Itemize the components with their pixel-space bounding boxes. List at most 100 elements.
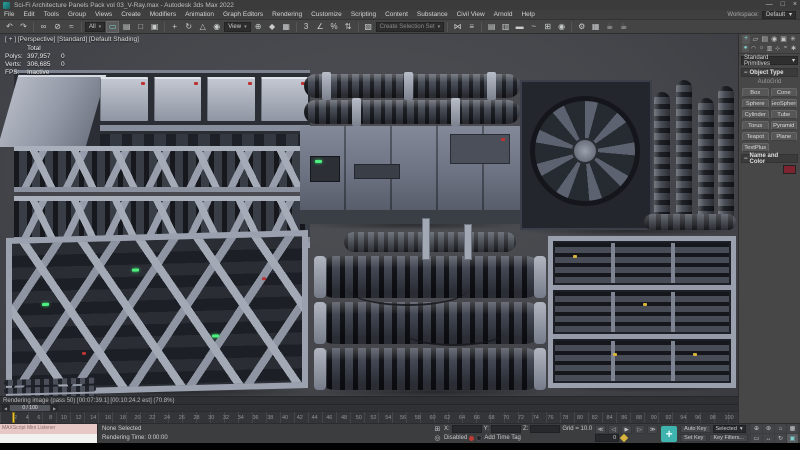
zoom-icon[interactable]: ⊕ (751, 424, 762, 433)
name-color-rollout-header[interactable]: − Name and Color (741, 154, 798, 163)
category-lights-icon[interactable]: ☼ (758, 45, 765, 52)
object-type-tube[interactable]: Tube (771, 110, 798, 119)
render-iterative-icon[interactable]: ☕ (617, 21, 630, 33)
edit-named-selection-sets-icon[interactable]: ▧ (362, 21, 375, 33)
select-and-link-icon[interactable]: ∞ (37, 21, 50, 33)
maxscript-mini-listener[interactable]: MAXScript Mini Listener (0, 424, 98, 443)
autogrid-checkbox[interactable]: AutoGrid (739, 77, 800, 87)
select-object-icon[interactable]: ▭ (106, 21, 119, 33)
object-type-textplus[interactable]: TextPlus (742, 143, 769, 152)
category-space-warps-icon[interactable]: ≈ (782, 45, 789, 52)
menu-create[interactable]: Create (121, 11, 141, 18)
time-slider[interactable]: ◀ 0 / 100 ▶ (0, 404, 738, 411)
angle-snap-icon[interactable]: ∠ (314, 21, 327, 33)
toggle-ribbon-icon[interactable]: ▬ (513, 21, 526, 33)
panel-tab-motion[interactable]: ◉ (770, 35, 778, 44)
object-type-rollout-header[interactable]: − Object Type (741, 68, 798, 77)
menu-views[interactable]: Views (95, 11, 112, 18)
previous-frame-icon[interactable]: ◁ (608, 425, 619, 434)
rectangular-selection-region-icon[interactable]: □ (134, 21, 147, 33)
bind-to-space-warp-icon[interactable]: ≈ (65, 21, 78, 33)
x-coordinate-field[interactable] (452, 425, 482, 433)
keyboard-shortcut-override-icon[interactable]: ▦ (280, 21, 293, 33)
curve-editor-icon[interactable]: ~ (527, 21, 540, 33)
object-type-cone[interactable]: Cone (771, 88, 798, 97)
menu-scripting[interactable]: Scripting (351, 11, 376, 18)
menu-file[interactable]: File (4, 11, 14, 18)
zoom-extents-all-icon[interactable]: ▦ (787, 424, 798, 433)
zoom-region-icon[interactable]: ▭ (751, 434, 762, 443)
menu-substance[interactable]: Substance (417, 11, 448, 18)
percent-snap-icon[interactable]: % (328, 21, 341, 33)
minimize-button[interactable]: — (766, 0, 773, 10)
workspace-dropdown[interactable]: Default ▾ (762, 11, 796, 19)
spinner-snap-icon[interactable]: ⇅ (342, 21, 355, 33)
zoom-all-icon[interactable]: ⊛ (763, 424, 774, 433)
orbit-icon[interactable]: ↻ (775, 434, 786, 443)
menu-animation[interactable]: Animation (185, 11, 214, 18)
material-editor-icon[interactable]: ◉ (555, 21, 568, 33)
menu-civil-view[interactable]: Civil View (457, 11, 485, 18)
time-slider-marker[interactable] (12, 412, 15, 423)
macro-recorder-line[interactable]: MAXScript Mini Listener (0, 424, 97, 434)
named-selection-sets-dropdown[interactable]: Create Selection Set▾ (376, 22, 445, 32)
object-type-pyramid[interactable]: Pyramid (771, 121, 798, 130)
render-production-icon[interactable]: ☕ (603, 21, 616, 33)
object-type-teapot[interactable]: Teapot (742, 132, 769, 141)
go-to-end-icon[interactable]: ≫ (647, 425, 658, 434)
menu-group[interactable]: Group (68, 11, 86, 18)
go-to-start-icon[interactable]: ≪ (595, 425, 606, 434)
object-type-torus[interactable]: Torus (742, 121, 769, 130)
selection-filter-dropdown[interactable]: All▾ (85, 22, 105, 32)
key-filters-button[interactable]: Key Filters... (709, 434, 748, 442)
toggle-layer-explorer-icon[interactable]: ▥ (499, 21, 512, 33)
add-time-tag-button[interactable]: Add Time Tag (484, 435, 521, 441)
primitives-dropdown[interactable]: Standard Primitives ▾ (741, 56, 798, 65)
redo-icon[interactable]: ↷ (17, 21, 30, 33)
select-and-rotate-icon[interactable]: ↻ (182, 21, 195, 33)
transform-type-in-icon[interactable]: ⊞ (433, 425, 442, 433)
select-and-place-icon[interactable]: ◉ (210, 21, 223, 33)
rendered-frame-window-icon[interactable]: ▦ (589, 21, 602, 33)
category-systems-icon[interactable]: ✱ (790, 45, 797, 52)
perspective-viewport[interactable]: [ + ] [Perspective] [Standard] [Default … (0, 34, 738, 396)
z-coordinate-field[interactable] (530, 425, 560, 433)
toggle-scene-explorer-icon[interactable]: ▤ (485, 21, 498, 33)
zoom-extents-icon[interactable]: ⌂ (775, 424, 786, 433)
menu-arnold[interactable]: Arnold (494, 11, 513, 18)
category-shapes-icon[interactable]: ◠ (750, 45, 757, 52)
track-bar[interactable]: 2468101214161820222426283032343638404244… (0, 411, 738, 423)
set-key-button[interactable]: Set Key (680, 434, 707, 442)
panel-tab-display[interactable]: ▣ (780, 35, 788, 44)
select-and-scale-icon[interactable]: △ (196, 21, 209, 33)
use-pivot-point-icon[interactable]: ⊕ (252, 21, 265, 33)
close-button[interactable]: × (793, 0, 797, 10)
menu-content[interactable]: Content (385, 11, 408, 18)
category-geometry-icon[interactable]: ● (742, 45, 749, 52)
next-frame-icon[interactable]: ▷ (634, 425, 645, 434)
listener-input-line[interactable] (0, 434, 97, 444)
select-and-move-icon[interactable]: + (168, 21, 181, 33)
object-type-plane[interactable]: Plane (771, 132, 798, 141)
select-and-manipulate-icon[interactable]: ◆ (266, 21, 279, 33)
panel-tab-utilities[interactable]: ✳ (789, 35, 797, 44)
panel-tab-create[interactable]: + (742, 35, 750, 44)
render-setup-icon[interactable]: ⚙ (575, 21, 588, 33)
object-type-cylinder[interactable]: Cylinder (742, 110, 769, 119)
category-cameras-icon[interactable]: ▥ (766, 45, 773, 52)
toggle-knob-icon[interactable] (476, 435, 482, 441)
object-type-box[interactable]: Box (742, 88, 769, 97)
selection-set-dropdown[interactable]: Selected ▾ (713, 425, 746, 433)
add-animation-layer-button[interactable]: + (661, 426, 677, 442)
pan-icon[interactable]: ↔ (763, 434, 774, 443)
align-icon[interactable]: ≡ (465, 21, 478, 33)
auto-key-button[interactable]: Auto Key (680, 425, 710, 433)
schematic-view-icon[interactable]: ⊞ (541, 21, 554, 33)
mirror-icon[interactable]: ⋈ (451, 21, 464, 33)
category-helpers-icon[interactable]: ⊹ (774, 45, 781, 52)
menu-modifiers[interactable]: Modifiers (150, 11, 176, 18)
menu-help[interactable]: Help (521, 11, 534, 18)
y-coordinate-field[interactable] (491, 425, 521, 433)
object-type-sphere[interactable]: Sphere (742, 99, 769, 108)
menu-graph-editors[interactable]: Graph Editors (223, 11, 263, 18)
